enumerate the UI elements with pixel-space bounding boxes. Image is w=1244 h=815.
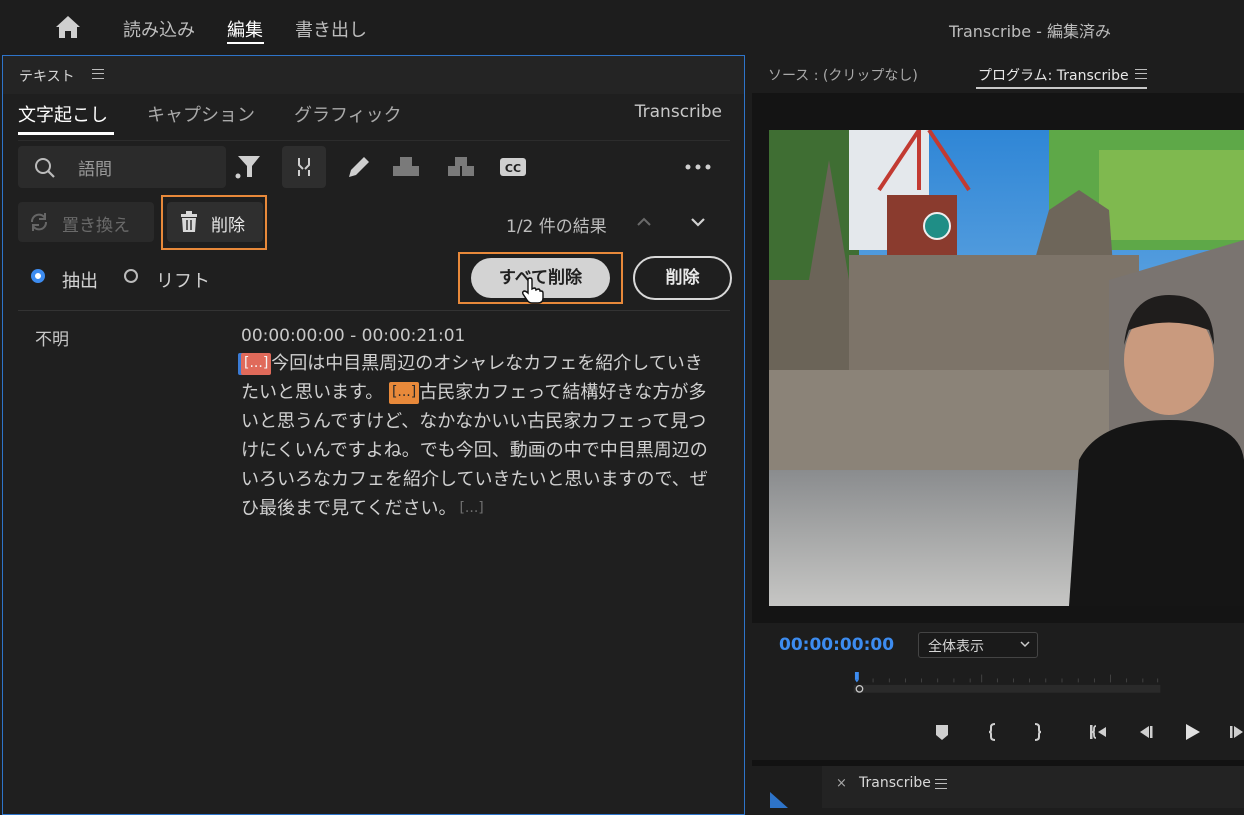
video-frame (769, 130, 1244, 606)
tab-transcript[interactable]: 文字起こし (18, 101, 108, 127)
search-icon (35, 158, 55, 178)
pencil-icon[interactable] (344, 152, 374, 182)
play-icon[interactable] (1182, 722, 1202, 742)
home-icon[interactable] (54, 14, 82, 40)
zoom-value: 全体表示 (928, 639, 984, 655)
close-icon[interactable]: × (836, 776, 847, 791)
cursor-hand-icon (521, 277, 544, 304)
tab-captions[interactable]: キャプション (147, 101, 255, 127)
more-icon[interactable] (683, 152, 713, 182)
divider (18, 310, 730, 311)
sequence-name: Transcribe (634, 102, 722, 122)
program-timecode[interactable]: 00:00:00:00 (779, 635, 894, 655)
step-forward-icon[interactable] (1228, 722, 1244, 742)
speaker-label[interactable]: 不明 (35, 325, 69, 350)
nav-import[interactable]: 読み込み (123, 16, 195, 42)
nav-export[interactable]: 書き出し (295, 16, 367, 42)
timeline-tab-label: Transcribe (859, 775, 931, 791)
radio-lift[interactable] (124, 269, 138, 283)
timeline-ruler[interactable] (770, 672, 1244, 694)
tab-underline (976, 87, 1147, 89)
pause-marker[interactable]: [...] (456, 498, 486, 520)
menu-icon[interactable] (935, 779, 947, 789)
project-title: Transcribe - 編集済み (948, 22, 1111, 41)
nav-edit[interactable]: 編集 (227, 16, 263, 42)
radio-extract[interactable] (31, 269, 45, 283)
tools-panel (752, 766, 818, 808)
split-icon (298, 158, 310, 176)
divider (18, 140, 730, 141)
highlight-box-delete (161, 195, 267, 250)
pause-marker-highlighted[interactable]: [...] (388, 382, 420, 404)
tab-program[interactable]: プログラム: Transcribe (978, 65, 1129, 85)
text-panel: テキスト 文字起こし キャプション グラフィック Transcribe 語間 C… (2, 55, 745, 815)
cc-icon[interactable]: CC (498, 152, 528, 182)
tab-source[interactable]: ソース : (クリップなし) (768, 65, 918, 85)
menu-icon[interactable] (1135, 69, 1147, 79)
chevron-up-icon[interactable] (635, 214, 653, 230)
segment-timecode: 00:00:00:00 - 00:00:21:01 (241, 326, 466, 346)
transcript-text[interactable]: [...] 今回は中目黒周辺のオシャレなカフェを紹介していきたいと思います。 [.… (241, 349, 711, 523)
radio-extract-label: 抽出 (62, 271, 98, 292)
tab-underline (18, 132, 114, 135)
menu-icon[interactable] (92, 69, 104, 79)
svg-text:CC: CC (505, 162, 521, 175)
search-input[interactable]: 語間 (18, 146, 226, 188)
pause-marker-selected[interactable]: [...] (241, 353, 272, 375)
unmerge-icon[interactable] (446, 152, 476, 182)
split-segment-button[interactable] (282, 146, 326, 188)
nav-active-underline (227, 42, 264, 44)
go-to-in-icon[interactable] (1088, 722, 1108, 742)
merge-icon[interactable] (391, 152, 421, 182)
replace-label: 置き換え (62, 216, 130, 236)
step-back-icon[interactable] (1135, 722, 1155, 742)
panel-title: テキスト (19, 69, 75, 85)
chevron-down-icon[interactable] (689, 214, 707, 230)
tab-graphics[interactable]: グラフィック (294, 101, 402, 127)
results-count: 1/2 件の結果 (506, 217, 607, 237)
panel-header: テキスト (3, 56, 744, 94)
top-bar: 読み込み 編集 書き出し Transcribe - 編集済み (0, 0, 1244, 54)
zoom-select[interactable]: 全体表示 (918, 632, 1038, 658)
selection-tool-icon[interactable] (768, 790, 790, 808)
filter-icon[interactable] (234, 152, 264, 182)
in-point-icon[interactable] (983, 722, 1003, 742)
search-value: 語間 (78, 160, 112, 180)
replace-icon (31, 213, 47, 231)
replace-button[interactable]: 置き換え (18, 202, 154, 242)
marker-icon[interactable] (932, 722, 952, 742)
chevron-down-icon (1020, 641, 1030, 648)
out-point-icon[interactable] (1027, 722, 1047, 742)
radio-lift-label: リフト (156, 271, 210, 292)
delete-secondary-button[interactable]: 削除 (633, 256, 732, 300)
